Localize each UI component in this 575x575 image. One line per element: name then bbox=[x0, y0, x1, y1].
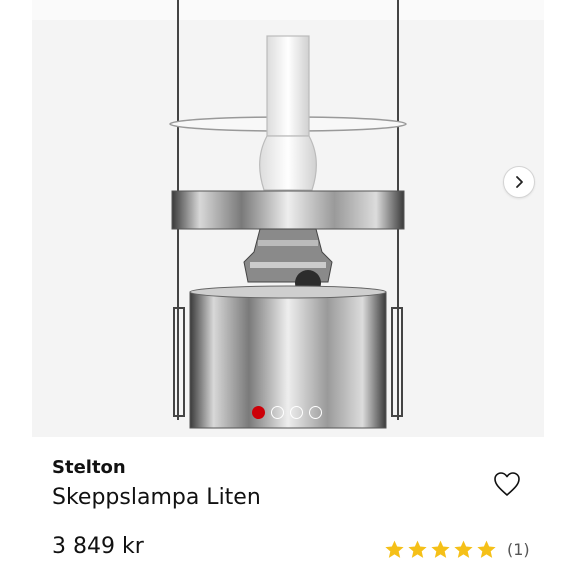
next-image-button[interactable] bbox=[503, 166, 535, 198]
product-name[interactable]: Skeppslampa Liten bbox=[52, 485, 261, 510]
product-image-gallery[interactable] bbox=[32, 0, 544, 437]
product-brand[interactable]: Stelton bbox=[52, 457, 126, 478]
gallery-dot-1[interactable] bbox=[252, 405, 265, 419]
gallery-dot-4[interactable] bbox=[309, 405, 322, 419]
review-count[interactable]: (1) bbox=[507, 540, 530, 559]
star-icon bbox=[454, 540, 473, 558]
star-icon bbox=[408, 540, 427, 558]
product-rating[interactable]: (1) bbox=[384, 538, 530, 560]
rating-stars bbox=[384, 539, 497, 560]
star-icon bbox=[431, 540, 450, 558]
chevron-right-icon bbox=[516, 176, 523, 188]
product-price: 3 849 kr bbox=[52, 534, 144, 559]
favorite-button[interactable] bbox=[492, 470, 522, 498]
gallery-pagination bbox=[252, 405, 322, 419]
heart-outline-icon bbox=[494, 472, 520, 496]
star-icon bbox=[477, 540, 496, 558]
star-icon bbox=[385, 540, 404, 558]
gallery-dot-3[interactable] bbox=[290, 405, 303, 419]
gallery-dot-2[interactable] bbox=[271, 405, 284, 419]
product-image bbox=[32, 0, 544, 429]
